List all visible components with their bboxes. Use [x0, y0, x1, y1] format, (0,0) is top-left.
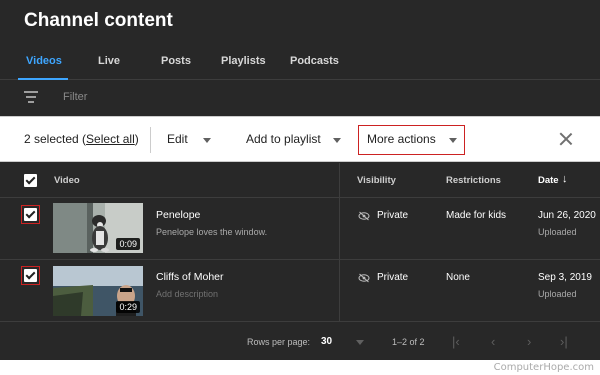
- more-actions-dropdown[interactable]: More actions: [367, 132, 436, 146]
- last-page-icon[interactable]: ›|: [560, 334, 568, 349]
- video-title[interactable]: Penelope: [156, 209, 200, 221]
- tab-posts[interactable]: Posts: [161, 55, 191, 67]
- tab-playlists[interactable]: Playlists: [221, 55, 266, 67]
- table-row[interactable]: 0:29 Cliffs of Moher Add description Pri…: [0, 260, 600, 322]
- chevron-down-icon[interactable]: [333, 138, 341, 143]
- video-date: Sep 3, 2019: [538, 272, 592, 283]
- close-icon[interactable]: [559, 132, 573, 146]
- video-description[interactable]: Add description: [156, 289, 218, 299]
- selection-count-close: ): [134, 132, 139, 146]
- select-all-checkbox[interactable]: [24, 174, 37, 187]
- video-duration: 0:09: [116, 238, 140, 250]
- video-duration: 0:29: [116, 301, 140, 313]
- next-page-icon[interactable]: ›: [527, 334, 531, 349]
- select-all-link[interactable]: Select all: [86, 132, 135, 146]
- video-thumbnail[interactable]: 0:09: [53, 203, 143, 253]
- visibility-status[interactable]: Private: [377, 210, 408, 221]
- first-page-icon[interactable]: |‹: [452, 334, 460, 349]
- page-title: Channel content: [24, 10, 173, 31]
- selection-count: 2 selected (Select all): [24, 132, 139, 146]
- page-range: 1–2 of 2: [392, 337, 425, 347]
- edit-dropdown[interactable]: Edit: [167, 132, 188, 146]
- selection-action-bar: 2 selected (Select all) Edit Add to play…: [0, 116, 600, 162]
- tab-videos[interactable]: Videos: [26, 55, 62, 67]
- header-restrictions[interactable]: Restrictions: [446, 175, 501, 186]
- visibility-status[interactable]: Private: [377, 272, 408, 283]
- header-video: Video: [54, 175, 80, 186]
- add-to-playlist-dropdown[interactable]: Add to playlist: [246, 132, 321, 146]
- filter-lines-icon[interactable]: [24, 91, 38, 103]
- table-header: Video Visibility Restrictions Date ↓: [0, 163, 600, 198]
- video-thumbnail[interactable]: 0:29: [53, 266, 143, 316]
- video-date: Jun 26, 2020: [538, 210, 596, 221]
- watermark-credit: ComputerHope.com: [493, 362, 594, 373]
- row-checkbox[interactable]: [24, 269, 37, 282]
- tab-podcasts[interactable]: Podcasts: [290, 55, 339, 67]
- header-date[interactable]: Date: [538, 175, 559, 186]
- rows-per-page-label: Rows per page:: [247, 337, 311, 347]
- row-checkbox[interactable]: [24, 208, 37, 221]
- filter-bar[interactable]: Filter: [0, 80, 600, 116]
- rows-per-page-select[interactable]: 30: [321, 336, 332, 347]
- selection-count-text: 2 selected (: [24, 132, 87, 146]
- eye-slash-icon: [358, 211, 370, 221]
- chevron-down-icon[interactable]: [203, 138, 211, 143]
- eye-slash-icon: [358, 273, 370, 283]
- tab-live[interactable]: Live: [98, 55, 120, 67]
- upload-status: Uploaded: [538, 289, 577, 299]
- sort-arrow-down-icon[interactable]: ↓: [562, 173, 568, 185]
- restrictions-value: Made for kids: [446, 210, 507, 221]
- filter-input[interactable]: Filter: [63, 91, 87, 103]
- action-divider: [150, 127, 151, 153]
- prev-page-icon[interactable]: ‹: [491, 334, 495, 349]
- chevron-down-icon[interactable]: [356, 340, 364, 345]
- header-visibility[interactable]: Visibility: [357, 175, 396, 186]
- studio-content-panel: Channel content Videos Live Posts Playli…: [0, 0, 600, 360]
- chevron-down-icon[interactable]: [449, 138, 457, 143]
- table-row[interactable]: 0:09 Penelope Penelope loves the window.…: [0, 198, 600, 260]
- content-tabs: Videos Live Posts Playlists Podcasts: [0, 50, 600, 80]
- pagination-footer: Rows per page: 30 1–2 of 2 |‹ ‹ › ›|: [0, 322, 600, 360]
- video-title[interactable]: Cliffs of Moher: [156, 271, 224, 283]
- restrictions-value: None: [446, 272, 470, 283]
- upload-status: Uploaded: [538, 227, 577, 237]
- video-description: Penelope loves the window.: [156, 227, 268, 237]
